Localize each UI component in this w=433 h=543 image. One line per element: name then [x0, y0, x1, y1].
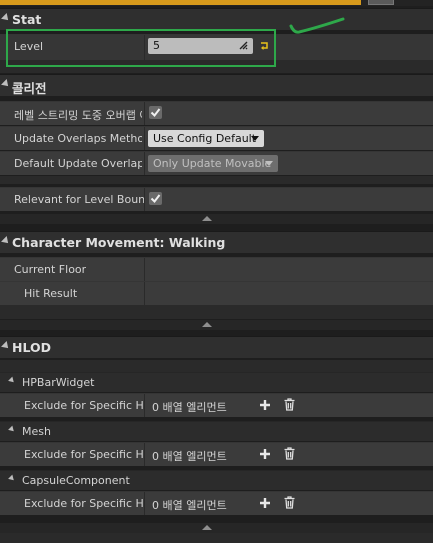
column-divider[interactable]: [144, 102, 145, 125]
property-label: Relevant for Level Bounds: [14, 193, 144, 206]
property-row-current-floor: Current Floor: [0, 257, 433, 281]
column-divider[interactable]: [144, 127, 145, 150]
property-row-exclude-hlod: Exclude for Specific HLC 0 배열 엘리먼트: [0, 442, 433, 466]
chevron-down-icon: [251, 136, 259, 141]
array-element-count: 0 배열 엘리먼트: [152, 499, 227, 512]
trash-icon[interactable]: [284, 447, 295, 460]
component-name: Mesh: [22, 425, 51, 438]
trash-icon[interactable]: [284, 496, 295, 509]
component-name: CapsuleComponent: [22, 474, 130, 487]
property-label: Update Overlaps Method D: [14, 132, 142, 145]
component-header-hpbarwidget[interactable]: HPBarWidget: [0, 372, 433, 392]
column-divider[interactable]: [144, 282, 145, 305]
section-header-character-movement[interactable]: Character Movement: Walking: [0, 231, 433, 253]
checkbox[interactable]: [149, 106, 162, 119]
column-divider[interactable]: [144, 492, 145, 515]
component-header-capsulecomponent[interactable]: CapsuleComponent: [0, 470, 433, 490]
property-row-hit-result: Hit Result: [0, 281, 433, 305]
collapse-triangle-icon[interactable]: [8, 376, 16, 385]
advanced-expander[interactable]: [0, 320, 433, 330]
checkmark-icon: [150, 108, 161, 118]
section-header-collision[interactable]: 콜리전: [0, 74, 433, 96]
property-row-update-overlaps-method: Update Overlaps Method D Use Config Defa…: [0, 126, 433, 150]
section-title: Stat: [12, 12, 42, 27]
property-label: Exclude for Specific HLC: [24, 497, 144, 510]
checkmark-icon: [150, 194, 161, 204]
property-label: Current Floor: [14, 263, 87, 276]
highlight-annotation-box: [6, 29, 276, 67]
caret-up-icon: [202, 322, 212, 327]
section-header-hlod[interactable]: HLOD: [0, 336, 433, 358]
search-bar-accent: [0, 0, 361, 5]
checkbox[interactable]: [149, 192, 162, 205]
property-label: Exclude for Specific HLC: [24, 448, 144, 461]
component-header-mesh[interactable]: Mesh: [0, 421, 433, 441]
component-name: HPBarWidget: [22, 376, 95, 389]
collapse-triangle-icon[interactable]: [1, 13, 11, 23]
column-divider[interactable]: [144, 188, 145, 211]
property-label: 레벨 스트리밍 도중 오버랩 이: [14, 109, 142, 122]
chevron-down-icon: [265, 161, 273, 166]
default-update-overlaps-dropdown: Only Update Movable: [148, 155, 278, 172]
section-title: 콜리전: [12, 81, 47, 96]
dropdown-value: Use Config Default: [153, 132, 257, 145]
update-overlaps-dropdown[interactable]: Use Config Default: [148, 130, 264, 147]
column-divider[interactable]: [144, 394, 145, 417]
plus-icon[interactable]: [259, 497, 271, 509]
column-divider[interactable]: [144, 258, 145, 281]
property-row-default-update-overlaps: Default Update Overlaps M Only Update Mo…: [0, 151, 433, 175]
caret-up-icon: [202, 216, 212, 221]
collapse-triangle-icon[interactable]: [1, 236, 11, 246]
plus-icon[interactable]: [259, 448, 271, 460]
section-header-stat[interactable]: Stat: [0, 8, 433, 30]
property-row-level-streaming-overlaps: 레벨 스트리밍 도중 오버랩 이: [0, 101, 433, 125]
property-label: Exclude for Specific HLC: [24, 399, 144, 412]
advanced-expander[interactable]: [0, 523, 433, 533]
advanced-expander[interactable]: [0, 214, 433, 224]
dropdown-value: Only Update Movable: [153, 157, 272, 170]
checkmark-annotation-icon: [289, 17, 345, 34]
section-title: HLOD: [12, 340, 51, 355]
collapse-triangle-icon[interactable]: [8, 425, 16, 434]
column-divider[interactable]: [144, 152, 145, 175]
collapse-triangle-icon[interactable]: [1, 79, 11, 89]
property-label: Hit Result: [24, 287, 78, 300]
caret-up-icon: [202, 525, 212, 530]
plus-icon[interactable]: [259, 399, 271, 411]
array-element-count: 0 배열 엘리먼트: [152, 450, 227, 463]
collapse-triangle-icon[interactable]: [8, 474, 16, 483]
trash-icon[interactable]: [284, 398, 295, 411]
collapse-triangle-icon[interactable]: [1, 341, 11, 351]
property-row-exclude-hlod: Exclude for Specific HLC 0 배열 엘리먼트: [0, 393, 433, 417]
property-row-relevant-level-bounds: Relevant for Level Bounds: [0, 187, 433, 211]
section-title: Character Movement: Walking: [12, 235, 226, 250]
row-spacer: [0, 305, 433, 319]
array-element-count: 0 배열 엘리먼트: [152, 401, 227, 414]
row-spacer: [0, 176, 433, 184]
row-spacer: [0, 533, 433, 543]
top-tab-button[interactable]: [368, 0, 394, 5]
row-spacer: [0, 360, 433, 372]
column-divider[interactable]: [144, 443, 145, 466]
property-label: Default Update Overlaps M: [14, 157, 142, 170]
property-row-exclude-hlod: Exclude for Specific HLC 0 배열 엘리먼트: [0, 491, 433, 515]
